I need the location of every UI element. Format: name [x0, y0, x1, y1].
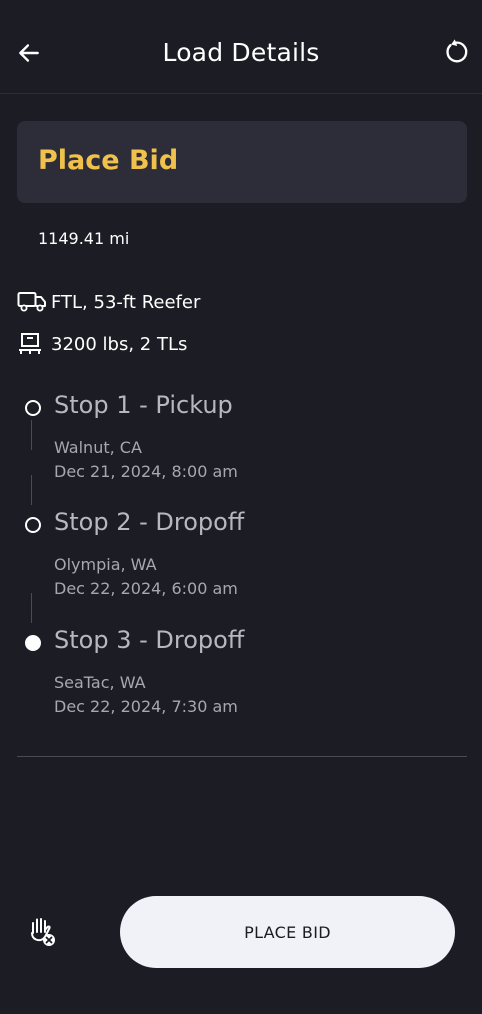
stop-title: Stop 3 - Dropoff	[54, 626, 245, 654]
stop-status-dot	[25, 635, 41, 651]
stop-time: Dec 22, 2024, 7:30 am	[54, 697, 238, 716]
stop-city: Walnut, CA	[54, 438, 142, 457]
timeline-connector	[31, 420, 32, 450]
weight-text: 3200 lbs, 2 TLs	[51, 333, 188, 355]
pallet-icon	[17, 332, 47, 356]
stop-status-dot	[25, 517, 41, 533]
refresh-button[interactable]	[440, 36, 472, 68]
timeline-connector	[31, 475, 32, 505]
truck-icon	[17, 290, 47, 314]
place-bid-card[interactable]: Place Bid	[17, 121, 467, 203]
equipment-text: FTL, 53-ft Reefer	[51, 291, 201, 313]
stop-time: Dec 21, 2024, 8:00 am	[54, 462, 238, 481]
load-details-screen: Load Details Place Bid 1149.41 mi FTL, 5…	[0, 0, 482, 1014]
place-bid-card-title: Place Bid	[38, 145, 179, 176]
timeline-connector	[31, 593, 32, 623]
equipment-row: FTL, 53-ft Reefer	[17, 290, 200, 314]
weight-row: 3200 lbs, 2 TLs	[17, 332, 187, 356]
stop-time: Dec 22, 2024, 6:00 am	[54, 579, 238, 598]
place-bid-button[interactable]: PLACE BID	[120, 896, 455, 968]
divider	[17, 756, 467, 757]
stop-city: Olympia, WA	[54, 555, 157, 574]
stop-title: Stop 2 - Dropoff	[54, 508, 245, 536]
header: Load Details	[0, 0, 482, 94]
stop-status-dot	[25, 400, 41, 416]
stop-city: SeaTac, WA	[54, 673, 146, 692]
hand-stop-icon[interactable]	[24, 914, 64, 954]
refresh-icon	[446, 39, 468, 63]
stop-title: Stop 1 - Pickup	[54, 391, 233, 419]
page-title: Load Details	[162, 38, 320, 67]
distance: 1149.41 mi	[38, 229, 130, 248]
